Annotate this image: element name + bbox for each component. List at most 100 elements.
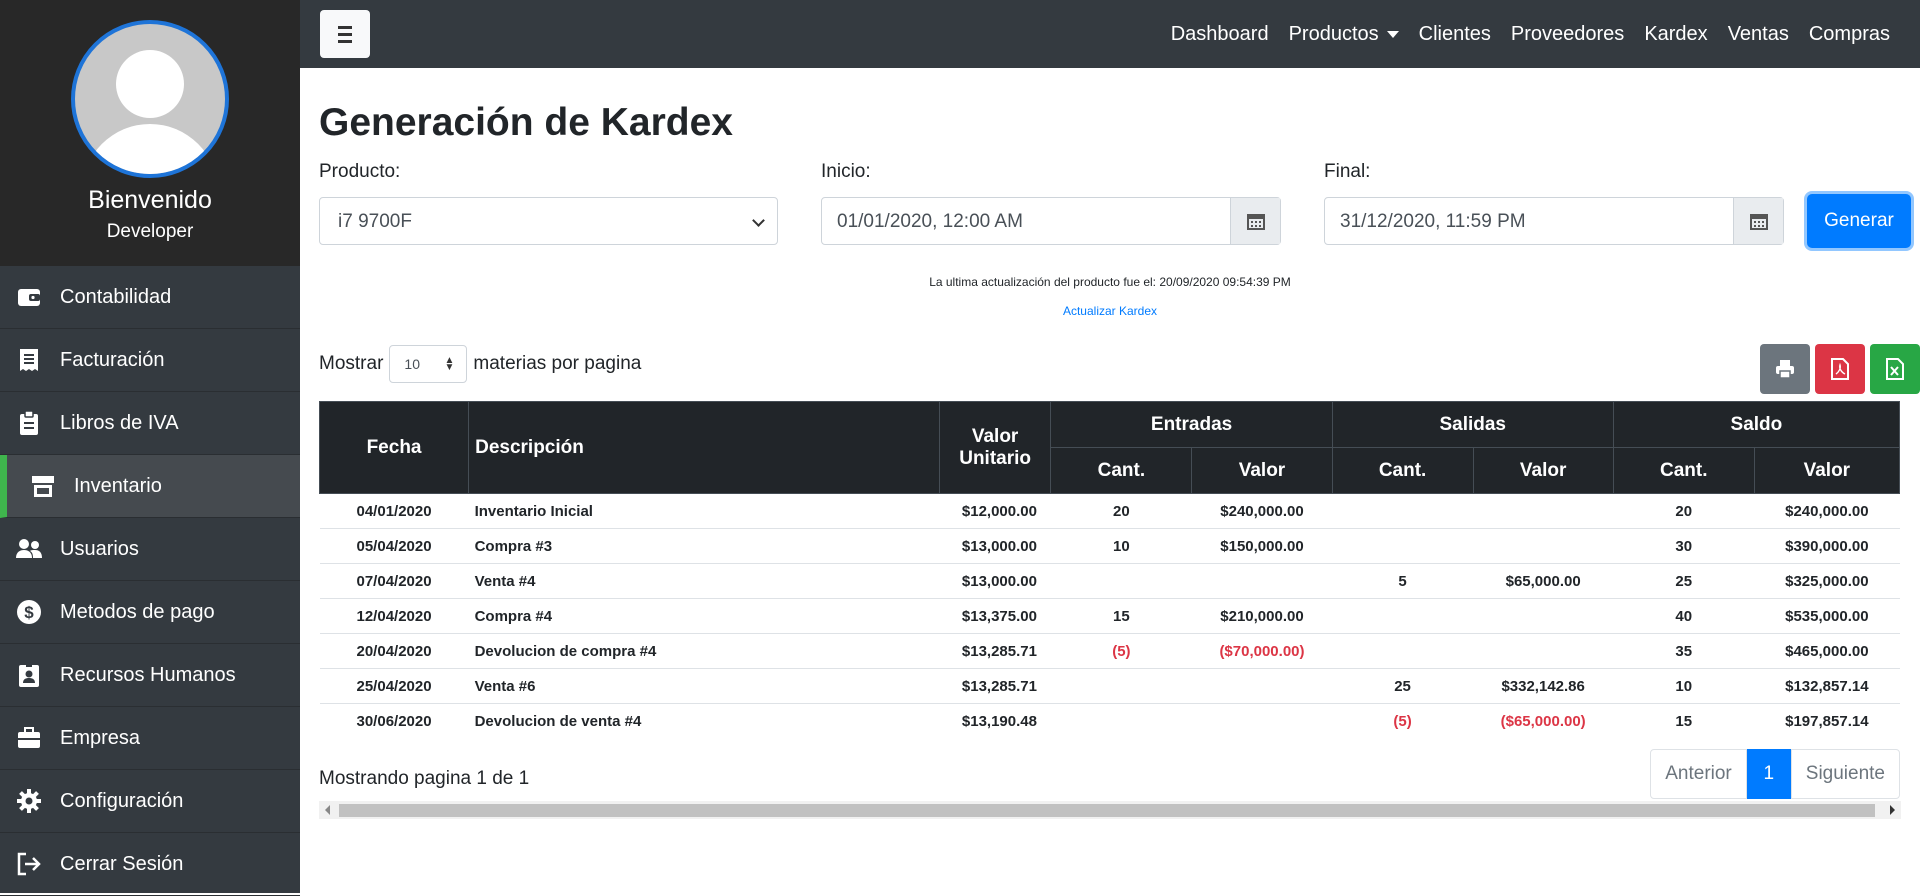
header-salidas: Salidas [1331,401,1614,448]
sidebar-item-metodos-de-pago[interactable]: $ Metodos de pago [0,581,300,644]
cell-saldo-cant: 25 [1613,563,1755,599]
cell-salidas-cant [1332,598,1473,634]
cell-saldo-cant: 20 [1613,493,1755,529]
sidebar-item-empresa[interactable]: Empresa [0,707,300,770]
cell-descripcion: Inventario Inicial [468,493,940,529]
cell-saldo-valor: $465,000.00 [1754,633,1900,669]
cell-entradas-valor [1191,668,1333,704]
update-kardex-link[interactable]: Actualizar Kardex [300,304,1920,318]
pagination-info: Mostrando pagina 1 de 1 [319,768,530,789]
scroll-right-icon[interactable] [1890,805,1895,815]
nav-dashboard[interactable]: Dashboard [1171,23,1269,46]
end-date-input[interactable]: 31/12/2020, 11:59 PM [1324,197,1784,245]
id-badge-icon [14,660,44,690]
cell-fecha: 04/01/2020 [319,493,469,529]
menu-toggle-button[interactable] [320,10,370,58]
cell-descripcion: Devolucion de venta #4 [468,703,940,739]
cell-saldo-valor: $240,000.00 [1754,493,1900,529]
users-icon [14,534,44,564]
sidebar-item-inventario[interactable]: Inventario [0,455,300,518]
sidebar-item-libros-de-iva[interactable]: Libros de IVA [0,392,300,455]
nav-clientes[interactable]: Clientes [1419,23,1491,46]
cell-descripcion: Compra #4 [468,598,940,634]
pagination-next[interactable]: Siguiente [1790,749,1900,799]
sidebar-item-label: Libros de IVA [60,411,179,434]
pdf-file-icon [1831,358,1849,380]
scroll-left-icon[interactable] [325,805,330,815]
top-nav: Dashboard Productos Clientes Proveedores… [1171,0,1890,68]
nav-proveedores[interactable]: Proveedores [1511,23,1624,46]
sidebar-item-label: Inventario [74,474,162,497]
cell-saldo-cant: 10 [1613,668,1755,704]
calendar-icon[interactable] [1230,198,1280,244]
pagination-page-1[interactable]: 1 [1746,749,1791,799]
cell-valor-unitario: $13,000.00 [939,563,1051,599]
cell-entradas-valor: ($70,000.00) [1191,633,1333,669]
cell-entradas-valor [1191,703,1333,739]
page-size-control: Mostrar 10 ▲ ▼ materias por pagina [319,345,641,383]
nav-kardex[interactable]: Kardex [1644,23,1707,46]
cell-saldo-cant: 35 [1613,633,1755,669]
sidebar-item-label: Contabilidad [60,285,172,308]
cell-entradas-cant [1050,668,1192,704]
svg-text:$: $ [24,603,34,622]
nav-ventas[interactable]: Ventas [1728,23,1789,46]
sidebar-item-configuración[interactable]: Configuración [0,770,300,833]
cell-saldo-valor: $535,000.00 [1754,598,1900,634]
table-row: 05/04/2020 Compra #3 $13,000.00 10 $150,000.… [319,528,1900,564]
cell-salidas-cant: 5 [1332,563,1473,599]
excel-file-icon [1886,358,1904,380]
cell-salidas-cant [1332,633,1473,669]
sidebar-item-label: Metodos de pago [60,600,215,623]
sidebar-item-contabilidad[interactable]: Contabilidad [0,266,300,329]
cell-salidas-cant [1332,528,1473,564]
sidebar-item-label: Empresa [60,726,141,749]
header-fecha[interactable]: Fecha [318,401,470,494]
cell-fecha: 30/06/2020 [319,703,469,739]
last-update-note: La ultima actualización del producto fue… [929,275,1291,289]
sidebar-item-recursos-humanos[interactable]: Recursos Humanos [0,644,300,707]
update-kardex-label: Actualizar Kardex [1062,304,1158,318]
header-valor-unitario[interactable]: Valor Unitario [938,401,1052,494]
scrollbar-thumb[interactable] [339,804,1875,817]
pagination-prev[interactable]: Anterior [1650,749,1747,799]
page-title: Generación de Kardex [319,101,733,144]
cell-valor-unitario: $13,190.48 [939,703,1051,739]
calendar-icon[interactable] [1733,198,1783,244]
per-page-select[interactable]: 10 ▲ ▼ [389,345,468,383]
print-button[interactable] [1760,344,1810,394]
sidebar-item-facturación[interactable]: Facturación [0,329,300,392]
cell-salidas-valor [1473,493,1614,529]
table-row: 30/06/2020 Devolucion de venta #4 $13,190.… [319,703,1900,739]
sidebar-item-cerrar-sesión[interactable]: Cerrar Sesión [0,833,300,896]
cell-fecha: 12/04/2020 [319,598,469,634]
cell-salidas-valor: ($65,000.00) [1473,703,1614,739]
sidebar-item-label: Usuarios [60,537,139,560]
product-select[interactable]: i7 9700F [319,197,778,245]
cell-saldo-valor: $132,857.14 [1754,668,1900,704]
cell-entradas-valor: $240,000.00 [1191,493,1333,529]
header-descripcion[interactable]: Descripción [468,401,940,494]
header-entradas-valor: Valor [1191,447,1333,494]
cell-descripcion: Compra #3 [468,528,940,564]
cell-salidas-valor: $65,000.00 [1473,563,1614,599]
show-suffix: materias por pagina [473,353,642,374]
nav-compras[interactable]: Compras [1809,23,1890,46]
generate-button[interactable]: Generar [1807,194,1911,248]
cell-entradas-cant: 10 [1050,528,1192,564]
sidebar-item-usuarios[interactable]: Usuarios [0,518,300,581]
start-date-input[interactable]: 01/01/2020, 12:00 AM [821,197,1281,245]
cell-fecha: 07/04/2020 [319,563,469,599]
per-page-value: 10 [404,356,420,372]
nav-productos-dropdown[interactable]: Productos [1289,23,1399,46]
header-salidas-cant: Cant. [1331,447,1474,494]
briefcase-icon [14,723,44,753]
top-navbar: Dashboard Productos Clientes Proveedores… [300,0,1920,68]
pdf-export-button[interactable] [1815,344,1865,394]
product-select-value: i7 9700F [338,211,412,232]
excel-export-button[interactable] [1870,344,1920,394]
horizontal-scrollbar[interactable] [319,801,1901,819]
caret-down-icon [1386,30,1399,38]
sidebar: Bienvenido Developer Contabilidad Factura… [0,0,300,896]
hamburger-icon [338,25,352,29]
